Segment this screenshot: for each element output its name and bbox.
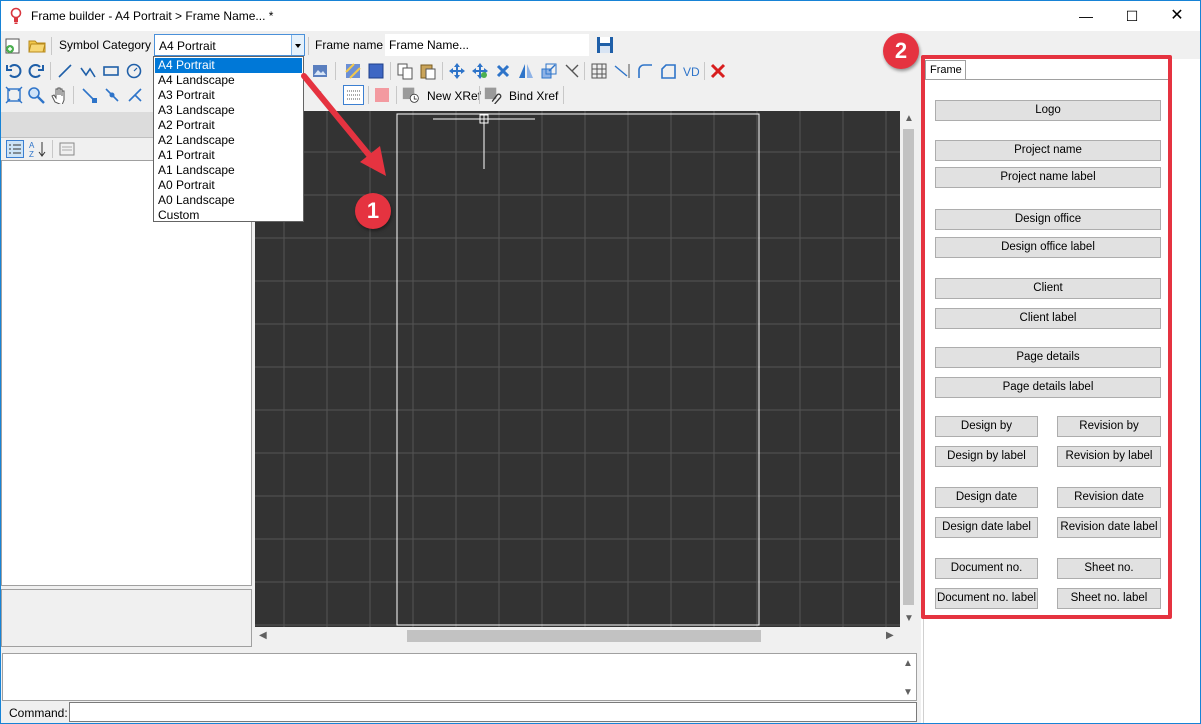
- symbol-category-value: A4 Portrait: [159, 39, 216, 53]
- sort-alphabetical-icon[interactable]: AZ: [29, 140, 47, 158]
- dropdown-option[interactable]: A4 Landscape: [155, 73, 302, 88]
- trim-icon[interactable]: [563, 62, 581, 80]
- close-button[interactable]: ✕: [1154, 1, 1200, 31]
- dropdown-option[interactable]: A0 Portrait: [155, 178, 302, 193]
- toolbar-separator: [308, 37, 309, 55]
- rotate-icon[interactable]: [494, 62, 512, 80]
- symbol-category-label: Symbol Category: [59, 38, 152, 52]
- toolbar-separator: [584, 62, 585, 80]
- dropdown-option[interactable]: Custom: [155, 208, 302, 223]
- scroll-right-arrow-icon[interactable]: ▶: [886, 630, 894, 641]
- properties-grid[interactable]: [1, 160, 252, 586]
- scroll-down-arrow-icon[interactable]: ▼: [903, 687, 913, 698]
- annotation-arrow-icon: [301, 73, 386, 176]
- toolbar-separator: [51, 37, 52, 55]
- toolbar-separator: [563, 86, 564, 104]
- new-frame-icon[interactable]: [4, 37, 22, 55]
- toolbar-separator: [52, 140, 53, 158]
- toolbar-separator: [704, 62, 705, 80]
- command-label: Command:: [9, 706, 68, 720]
- toolbar-separator: [50, 62, 51, 80]
- toolbar-separator: [479, 86, 480, 104]
- svg-text:VD: VD: [683, 65, 700, 79]
- dimension-icon[interactable]: VD: [682, 62, 700, 80]
- paste-icon[interactable]: [419, 62, 437, 80]
- redo-icon[interactable]: [27, 62, 45, 80]
- toolbar-separator: [73, 86, 74, 104]
- command-history: ▲ ▼: [2, 653, 917, 701]
- frame-name-input[interactable]: Frame Name...: [385, 34, 589, 56]
- scroll-down-arrow-icon[interactable]: ▼: [904, 613, 914, 624]
- snap-perpendicular-icon[interactable]: [126, 86, 144, 104]
- open-folder-icon[interactable]: [28, 36, 46, 54]
- horizontal-scroll-thumb[interactable]: [407, 630, 761, 642]
- zoom-extents-icon[interactable]: [5, 86, 23, 104]
- frame-name-value: Frame Name...: [389, 38, 470, 52]
- dropdown-option[interactable]: A2 Portrait: [155, 118, 302, 133]
- toolbar-row-view: L New XRef Bind Xref: [1, 83, 921, 108]
- frame-outline: [396, 113, 760, 626]
- maximize-button[interactable]: ☐: [1109, 1, 1155, 31]
- fillet-icon[interactable]: [636, 62, 654, 80]
- toolbar-separator: [442, 62, 443, 80]
- dropdown-option[interactable]: A3 Portrait: [155, 88, 302, 103]
- bind-xref-icon[interactable]: [484, 86, 502, 104]
- command-input[interactable]: [69, 702, 917, 722]
- scale-icon[interactable]: [540, 62, 558, 80]
- drawing-area: ▲ ▼ ◀ ▶: [255, 111, 918, 651]
- annotation-badge-1: 1: [355, 193, 391, 229]
- new-xref-label[interactable]: New XRef: [427, 89, 481, 103]
- scroll-up-arrow-icon[interactable]: ▲: [904, 113, 914, 124]
- horizontal-scrollbar[interactable]: ◀ ▶: [255, 627, 900, 645]
- circle-icon[interactable]: [125, 62, 143, 80]
- snap-endpoint-icon[interactable]: [80, 86, 98, 104]
- dropdown-option[interactable]: A3 Landscape: [155, 103, 302, 118]
- undo-icon[interactable]: [5, 62, 23, 80]
- rectangle-icon[interactable]: [102, 62, 120, 80]
- dropdown-option[interactable]: A1 Landscape: [155, 163, 302, 178]
- bind-xref-label[interactable]: Bind Xref: [509, 89, 558, 103]
- mirror-icon[interactable]: [517, 62, 535, 80]
- zoom-icon[interactable]: [27, 86, 45, 104]
- symbol-category-select[interactable]: A4 Portrait: [154, 34, 305, 56]
- property-description: [1, 589, 252, 647]
- symbol-category-dropdown: A4 Portrait A4 Landscape A3 Portrait A3 Lan…: [153, 56, 304, 222]
- frame-name-label: Frame name: [315, 38, 384, 52]
- scroll-left-arrow-icon[interactable]: ◀: [259, 630, 267, 641]
- svg-text:Z: Z: [29, 150, 34, 158]
- command-row: Command:: [2, 702, 917, 723]
- title-bar: Frame builder - A4 Portrait > Frame Name…: [1, 1, 1200, 31]
- chamfer-icon[interactable]: [659, 62, 677, 80]
- toolbar-row-draw: VD: [1, 59, 921, 83]
- dropdown-option[interactable]: A0 Landscape: [155, 193, 302, 208]
- window-title: Frame builder - A4 Portrait > Frame Name…: [31, 9, 274, 23]
- property-pages-icon[interactable]: [58, 140, 76, 158]
- chevron-down-icon[interactable]: [291, 35, 304, 55]
- annotation-badge-2: 2: [883, 33, 919, 69]
- pan-hand-icon[interactable]: [50, 86, 68, 104]
- save-icon[interactable]: [596, 36, 614, 54]
- line-icon[interactable]: [56, 62, 74, 80]
- dropdown-option[interactable]: A4 Portrait: [155, 58, 302, 73]
- extend-icon[interactable]: [613, 62, 631, 80]
- polyline-icon[interactable]: [79, 62, 97, 80]
- minimize-button[interactable]: —: [1063, 1, 1109, 31]
- scroll-up-arrow-icon[interactable]: ▲: [903, 658, 913, 669]
- vertical-scrollbar[interactable]: ▲ ▼: [900, 111, 917, 627]
- copy-move-icon[interactable]: [471, 62, 489, 80]
- dropdown-option[interactable]: A2 Landscape: [155, 133, 302, 148]
- move-icon[interactable]: [448, 62, 466, 80]
- categorized-view-icon[interactable]: [6, 140, 24, 158]
- frame-panel-highlight: [921, 55, 1172, 619]
- lightbulb-icon: [10, 7, 22, 24]
- snap-midpoint-icon[interactable]: [103, 86, 121, 104]
- delete-icon[interactable]: [709, 62, 727, 80]
- grid-icon[interactable]: [590, 62, 608, 80]
- svg-text:A: A: [29, 141, 35, 150]
- dropdown-option[interactable]: A1 Portrait: [155, 148, 302, 163]
- vertical-scroll-thumb[interactable]: [903, 129, 914, 605]
